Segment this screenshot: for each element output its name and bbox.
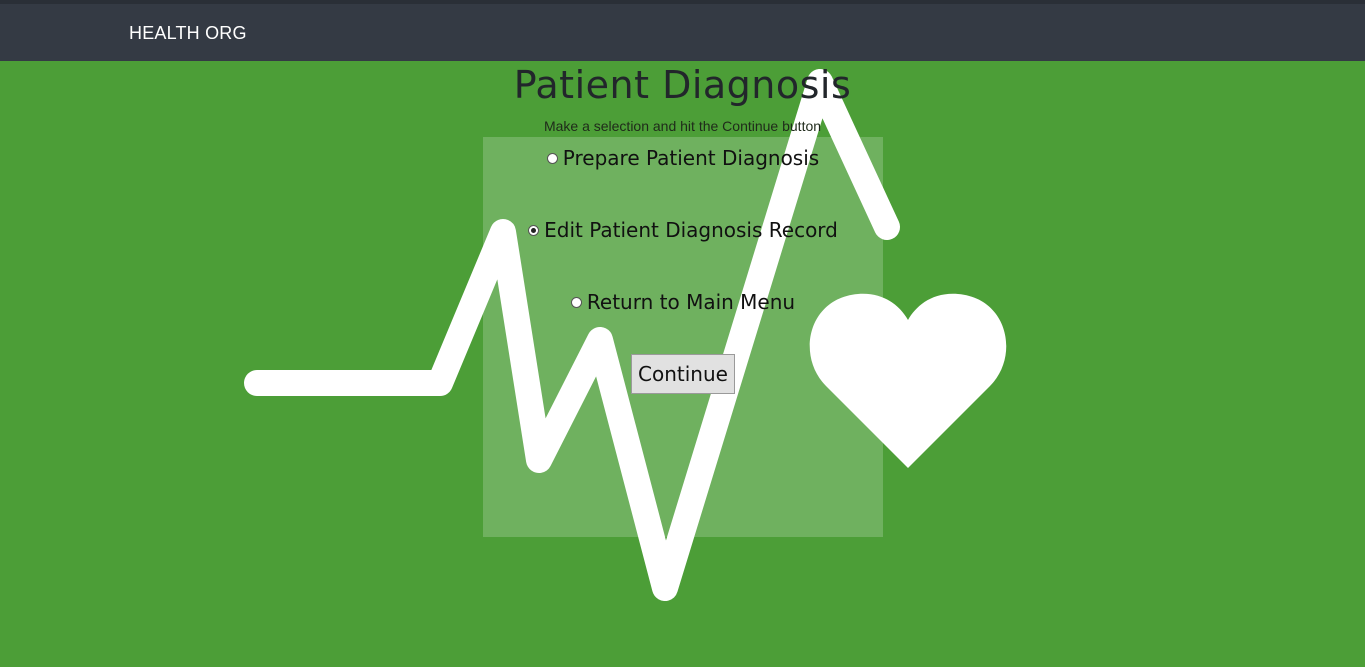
radio-edit-diagnosis-record[interactable] [528, 224, 540, 236]
option-label: Edit Patient Diagnosis Record [544, 218, 838, 242]
selection-panel: Prepare Patient Diagnosis Edit Patient D… [483, 137, 883, 537]
radio-prepare-diagnosis[interactable] [546, 152, 558, 164]
page-subtitle: Make a selection and hit the Continue bu… [543, 118, 822, 134]
option-label: Prepare Patient Diagnosis [562, 146, 820, 170]
option-label: Return to Main Menu [586, 290, 796, 314]
radio-return-main-menu[interactable] [570, 296, 582, 308]
brand-link[interactable]: HEALTH ORG [129, 23, 247, 44]
page-title: Patient Diagnosis [513, 63, 852, 107]
top-navbar: HEALTH ORG [0, 0, 1365, 61]
option-prepare-diagnosis[interactable]: Prepare Patient Diagnosis [483, 146, 883, 170]
option-edit-diagnosis-record[interactable]: Edit Patient Diagnosis Record [483, 218, 883, 242]
continue-button[interactable]: Continue [631, 354, 735, 394]
option-return-main-menu[interactable]: Return to Main Menu [483, 290, 883, 314]
